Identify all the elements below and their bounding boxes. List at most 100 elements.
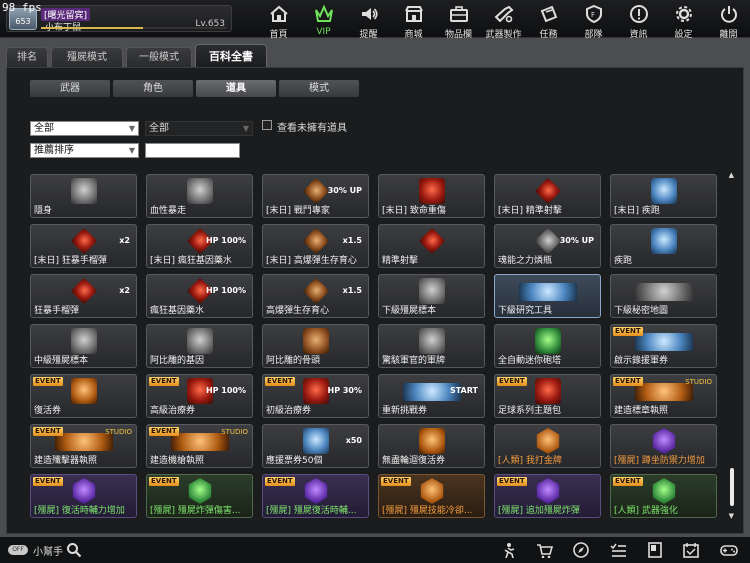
item-card[interactable]: EVENT 足球系列主題包 [494, 374, 601, 418]
item-card[interactable]: x50 應援票券50個 [262, 424, 369, 468]
item-art [497, 177, 598, 205]
item-card[interactable]: 30% UP [末日] 戰鬥專家 [262, 174, 369, 218]
subtab-modes[interactable]: 模式 [279, 80, 359, 97]
item-card[interactable]: EVENT STUDIO 建造殲擊器執照 [30, 424, 137, 468]
tab-zombie-mode[interactable]: 殭屍模式 [51, 47, 123, 67]
item-card[interactable]: 中級殭屍標本 [30, 324, 137, 368]
item-card[interactable]: 30% UP 魂能之力燐瓶 [494, 224, 601, 268]
item-label: [末日] 高爆彈生存育心 [266, 256, 357, 266]
nav-briefcase[interactable]: 物品欄 [436, 0, 481, 40]
sort-select[interactable]: 推薦排序 ▼ [30, 143, 139, 158]
nav-speaker[interactable]: 提醒 [346, 0, 391, 40]
chevron-down-icon: ▼ [128, 146, 135, 155]
boot-icon [651, 228, 677, 254]
nav-info[interactable]: 資訊 [616, 0, 661, 40]
checklist-icon[interactable] [609, 542, 627, 558]
item-card[interactable]: 阿比雕的骨頭 [262, 324, 369, 368]
item-card[interactable]: EVENT [殭屍] 殭屍技能冷卻... [378, 474, 485, 518]
helper-toggle[interactable]: OFF [8, 545, 28, 555]
event-badge: EVENT [497, 377, 527, 386]
event-badge: EVENT [265, 477, 295, 486]
item-card[interactable]: 下級研究工具 [494, 274, 601, 318]
item-card[interactable]: START 重新挑戰券 [378, 374, 485, 418]
item-label: 復活券 [34, 406, 62, 416]
scrollbar-thumb[interactable] [730, 468, 734, 506]
nav-ticket[interactable]: 任務 [526, 0, 571, 40]
search-icon[interactable] [66, 542, 82, 558]
bookmark-icon[interactable] [646, 542, 664, 558]
item-card[interactable]: [人類] 我打金牌 [494, 424, 601, 468]
scroll-down-icon[interactable]: ▼ [729, 512, 734, 520]
item-label: 全自動迷你砲塔 [498, 356, 562, 366]
item-card[interactable]: HP 100% EVENT 高級治療券 [146, 374, 253, 418]
item-card[interactable]: 驚駭軍官的軍牌 [378, 324, 485, 368]
nav-weapon-craft[interactable]: 武器製作 [481, 0, 526, 40]
tab-encyclopedia[interactable]: 百科全書 [195, 44, 267, 68]
item-card[interactable]: EVENT [殭屍] 追加殭屍炸彈 [494, 474, 601, 518]
item-card[interactable]: 疾跑 [610, 224, 717, 268]
item-card[interactable]: EVENT STUDIO 建造機槍執照 [146, 424, 253, 468]
item-card[interactable]: 血性暴走 [146, 174, 253, 218]
item-card[interactable]: EVENT [殭屍] 殭屍復活時輔... [262, 474, 369, 518]
item-card[interactable]: EVENT [人類] 武器強化 [610, 474, 717, 518]
item-card[interactable]: x1.5 [末日] 高爆彈生存育心 [262, 224, 369, 268]
item-card[interactable]: EVENT STUDIO 建造標章執照 [610, 374, 717, 418]
item-card[interactable]: 下級秘密地圖 [610, 274, 717, 318]
nav-shop[interactable]: 商城 [391, 0, 436, 40]
subtab-weapons[interactable]: 武器 [30, 80, 110, 97]
calendar-icon[interactable] [682, 542, 700, 558]
item-card[interactable]: EVENT 復活券 [30, 374, 137, 418]
zombie-hex-icon [304, 478, 328, 504]
item-card[interactable]: [末日] 疾跑 [610, 174, 717, 218]
item-art [497, 327, 598, 355]
item-card[interactable]: 精準射擊 [378, 224, 485, 268]
controller-icon[interactable] [720, 542, 738, 558]
item-card[interactable]: EVENT [殭屍] 殭屍炸彈傷害... [146, 474, 253, 518]
item-card[interactable]: 無盡輪迴復活券 [378, 424, 485, 468]
skill-icon [534, 227, 562, 255]
item-art [613, 277, 714, 305]
item-card[interactable]: EVENT 啟示錄援軍券 [610, 324, 717, 368]
nav-shield[interactable]: F 部隊 [571, 0, 616, 40]
category-select[interactable]: 全部 ▼ [30, 121, 139, 136]
item-card[interactable]: 阿比雕的基因 [146, 324, 253, 368]
nav-power[interactable]: 離開 [706, 0, 750, 40]
show-unowned-checkbox[interactable] [262, 120, 272, 130]
compass-icon[interactable] [572, 542, 590, 558]
item-card[interactable]: [末日] 精準射擊 [494, 174, 601, 218]
nav-label: 武器製作 [485, 30, 522, 40]
nav-gear[interactable]: 設定 [661, 0, 706, 40]
ball-icon [535, 378, 561, 404]
item-card[interactable]: HP 100% [末日] 瘋狂基因藥水 [146, 224, 253, 268]
subtab-items[interactable]: 道具 [196, 80, 276, 97]
item-card[interactable]: HP 100% 瘋狂基因藥水 [146, 274, 253, 318]
scroll-up-icon[interactable]: ▲ [729, 171, 734, 179]
subtab-characters[interactable]: 角色 [113, 80, 193, 97]
item-card[interactable]: [殭屍] 蹲坐防禦力增加 [610, 424, 717, 468]
zombie-hex-icon [188, 478, 212, 504]
item-card[interactable]: [末日] 致命重傷 [378, 174, 485, 218]
event-badge: EVENT [149, 427, 179, 436]
item-card[interactable]: x1.5 高爆彈生存育心 [262, 274, 369, 318]
shop-icon [404, 6, 423, 22]
nav-home[interactable]: 首頁 [256, 0, 301, 40]
exp-fill [41, 27, 144, 29]
tab-ranking[interactable]: 排名 [6, 47, 48, 67]
cart-icon[interactable] [535, 542, 553, 558]
tab-normal-mode[interactable]: 一般模式 [126, 47, 192, 67]
run-icon[interactable] [498, 542, 516, 558]
nav-crown[interactable]: VIP [301, 0, 346, 38]
item-card[interactable]: x2 [末日] 狂暴手榴彈 [30, 224, 137, 268]
item-card[interactable]: 下級殭屍標本 [378, 274, 485, 318]
subcategory-select[interactable]: 全部 ▼ [145, 121, 253, 136]
search-input[interactable] [145, 143, 240, 158]
ticket-icon [540, 5, 557, 23]
item-card[interactable]: 全自動迷你砲塔 [494, 324, 601, 368]
item-card[interactable]: x2 狂暴手榴彈 [30, 274, 137, 318]
item-card[interactable]: 隱身 [30, 174, 137, 218]
item-card[interactable]: HP 30% EVENT 初級治療券 [262, 374, 369, 418]
map-icon [635, 283, 693, 301]
item-card[interactable]: EVENT [殭屍] 復活時輔力增加 [30, 474, 137, 518]
item-label: 足球系列主題包 [498, 406, 562, 416]
item-art [381, 427, 482, 455]
